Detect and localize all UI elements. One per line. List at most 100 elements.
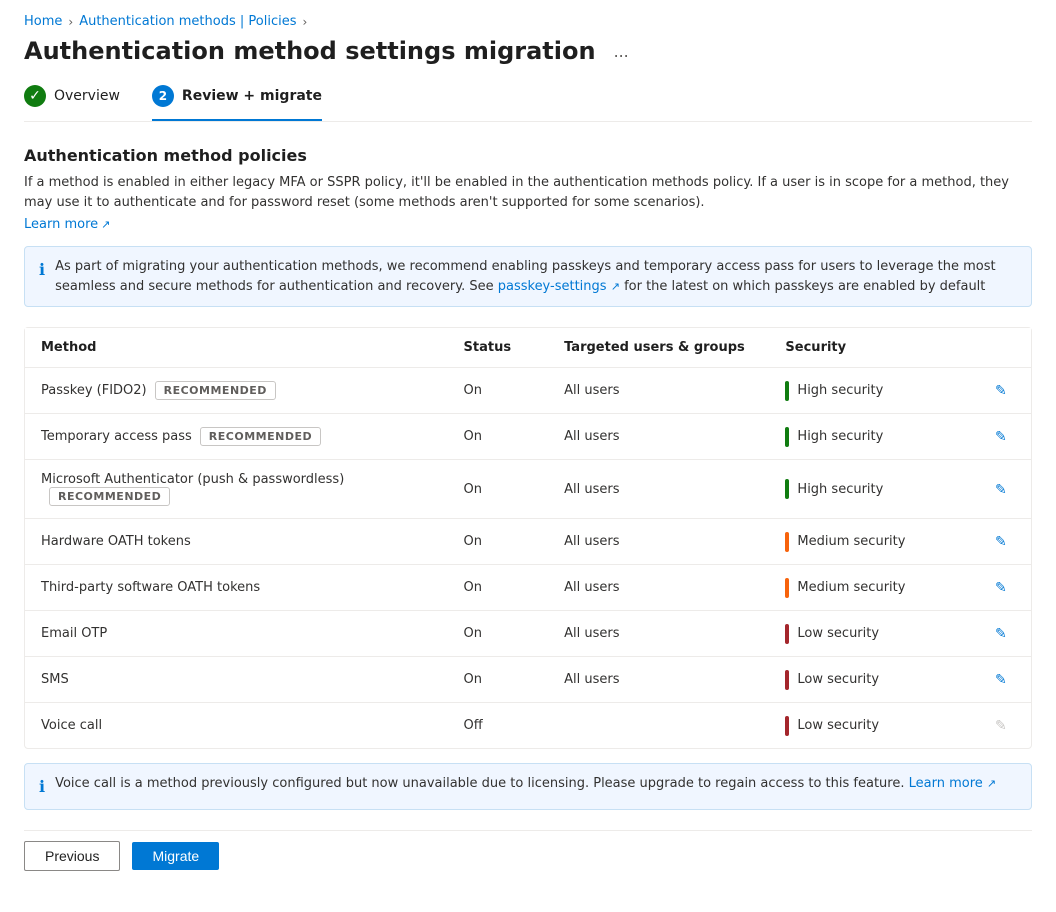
cell-security-5: Low security bbox=[769, 611, 970, 657]
cell-status-4: On bbox=[448, 565, 549, 611]
warning-learn-more-link[interactable]: Learn more ↗ bbox=[909, 776, 997, 791]
step-review-label: Review + migrate bbox=[182, 88, 322, 104]
cell-action-6: ✎ bbox=[971, 657, 1031, 703]
table-row: Passkey (FIDO2)RECOMMENDEDOnAll users Hig… bbox=[25, 368, 1031, 414]
edit-button-7: ✎ bbox=[991, 715, 1011, 736]
cell-users-6: All users bbox=[548, 657, 769, 703]
cell-status-3: On bbox=[448, 519, 549, 565]
cell-status-0: On bbox=[448, 368, 549, 414]
method-name-5: Email OTP bbox=[41, 626, 107, 641]
edit-button-5[interactable]: ✎ bbox=[991, 623, 1011, 644]
security-label-4: Medium security bbox=[797, 580, 905, 595]
passkey-settings-link[interactable]: passkey-settings ↗ bbox=[498, 279, 624, 294]
methods-table-container: Method Status Targeted users & groups Se… bbox=[24, 327, 1032, 749]
info-banner: ℹ As part of migrating your authenticati… bbox=[24, 246, 1032, 307]
method-name-4: Third-party software OATH tokens bbox=[41, 580, 260, 595]
page-title: Authentication method settings migration bbox=[24, 37, 596, 65]
footer-buttons: Previous Migrate bbox=[24, 830, 1032, 871]
table-row: Temporary access passRECOMMENDEDOnAll us… bbox=[25, 414, 1031, 460]
step-overview[interactable]: ✓ Overview bbox=[24, 85, 120, 121]
method-name-7: Voice call bbox=[41, 718, 102, 733]
method-badge-2: RECOMMENDED bbox=[49, 487, 170, 506]
table-row: Voice callOffLow security✎ bbox=[25, 703, 1031, 749]
table-row: SMSOnAll usersLow security✎ bbox=[25, 657, 1031, 703]
info-banner-end: for the latest on which passkeys are ena… bbox=[624, 279, 985, 294]
cell-action-4: ✎ bbox=[971, 565, 1031, 611]
passkey-external-icon: ↗ bbox=[611, 280, 620, 293]
learn-more-link[interactable]: Learn more ↗ bbox=[24, 217, 110, 232]
cell-method-2: Microsoft Authenticator (push & password… bbox=[25, 460, 448, 519]
info-icon: ℹ bbox=[39, 258, 45, 282]
cell-method-7: Voice call bbox=[25, 703, 448, 749]
edit-button-2[interactable]: ✎ bbox=[991, 479, 1011, 500]
security-label-3: Medium security bbox=[797, 534, 905, 549]
warning-banner: ℹ Voice call is a method previously conf… bbox=[24, 763, 1032, 810]
security-bar-1 bbox=[785, 427, 789, 447]
cell-action-0: ✎ bbox=[971, 368, 1031, 414]
cell-users-5: All users bbox=[548, 611, 769, 657]
col-header-action bbox=[971, 328, 1031, 368]
cell-method-5: Email OTP bbox=[25, 611, 448, 657]
cell-users-0: All users bbox=[548, 368, 769, 414]
security-label-1: High security bbox=[797, 429, 883, 444]
external-icon: ↗ bbox=[101, 218, 110, 231]
edit-button-0[interactable]: ✎ bbox=[991, 380, 1011, 401]
cell-security-0: High security bbox=[769, 368, 970, 414]
table-header-row: Method Status Targeted users & groups Se… bbox=[25, 328, 1031, 368]
cell-users-4: All users bbox=[548, 565, 769, 611]
migrate-button[interactable]: Migrate bbox=[132, 842, 219, 870]
cell-users-2: All users bbox=[548, 460, 769, 519]
cell-action-3: ✎ bbox=[971, 519, 1031, 565]
security-bar-6 bbox=[785, 670, 789, 690]
breadcrumb-home[interactable]: Home bbox=[24, 14, 62, 29]
warning-text: Voice call is a method previously config… bbox=[55, 776, 904, 791]
breadcrumb-sep1: › bbox=[68, 15, 73, 29]
step-review[interactable]: 2 Review + migrate bbox=[152, 85, 322, 121]
method-name-3: Hardware OATH tokens bbox=[41, 534, 191, 549]
edit-button-6[interactable]: ✎ bbox=[991, 669, 1011, 690]
edit-button-1[interactable]: ✎ bbox=[991, 426, 1011, 447]
cell-security-1: High security bbox=[769, 414, 970, 460]
step-overview-circle: ✓ bbox=[24, 85, 46, 107]
edit-button-3[interactable]: ✎ bbox=[991, 531, 1011, 552]
security-bar-2 bbox=[785, 479, 789, 499]
section-description: If a method is enabled in either legacy … bbox=[24, 173, 1032, 212]
cell-security-7: Low security bbox=[769, 703, 970, 749]
col-header-status: Status bbox=[448, 328, 549, 368]
table-row: Email OTP OnAll usersLow security ✎ bbox=[25, 611, 1031, 657]
security-bar-3 bbox=[785, 532, 789, 552]
cell-method-0: Passkey (FIDO2)RECOMMENDED bbox=[25, 368, 448, 414]
section-title: Authentication method policies bbox=[24, 146, 1032, 165]
cell-action-1: ✎ bbox=[971, 414, 1031, 460]
col-header-method: Method bbox=[25, 328, 448, 368]
warning-info-icon: ℹ bbox=[39, 775, 45, 799]
ellipsis-button[interactable]: ... bbox=[608, 39, 635, 64]
cell-action-5: ✎ bbox=[971, 611, 1031, 657]
cell-status-1: On bbox=[448, 414, 549, 460]
breadcrumb-section[interactable]: Authentication methods | Policies bbox=[79, 14, 296, 29]
step-overview-label: Overview bbox=[54, 88, 120, 104]
method-name-0: Passkey (FIDO2) bbox=[41, 383, 147, 398]
cell-action-2: ✎ bbox=[971, 460, 1031, 519]
previous-button[interactable]: Previous bbox=[24, 841, 120, 871]
method-name-2: Microsoft Authenticator (push & password… bbox=[41, 472, 344, 487]
security-bar-5 bbox=[785, 624, 789, 644]
cell-status-5: On bbox=[448, 611, 549, 657]
cell-method-4: Third-party software OATH tokens bbox=[25, 565, 448, 611]
edit-button-4[interactable]: ✎ bbox=[991, 577, 1011, 598]
cell-status-2: On bbox=[448, 460, 549, 519]
col-header-users: Targeted users & groups bbox=[548, 328, 769, 368]
cell-users-1: All users bbox=[548, 414, 769, 460]
breadcrumb: Home › Authentication methods | Policies… bbox=[24, 0, 1032, 37]
cell-action-7: ✎ bbox=[971, 703, 1031, 749]
method-badge-1: RECOMMENDED bbox=[200, 427, 321, 446]
security-bar-0 bbox=[785, 381, 789, 401]
cell-method-1: Temporary access passRECOMMENDED bbox=[25, 414, 448, 460]
cell-security-4: Medium security bbox=[769, 565, 970, 611]
security-label-7: Low security bbox=[797, 718, 879, 733]
security-label-6: Low security bbox=[797, 672, 879, 687]
cell-status-6: On bbox=[448, 657, 549, 703]
security-label-0: High security bbox=[797, 383, 883, 398]
cell-users-3: All users bbox=[548, 519, 769, 565]
learn-more-text: Learn more bbox=[24, 217, 98, 232]
